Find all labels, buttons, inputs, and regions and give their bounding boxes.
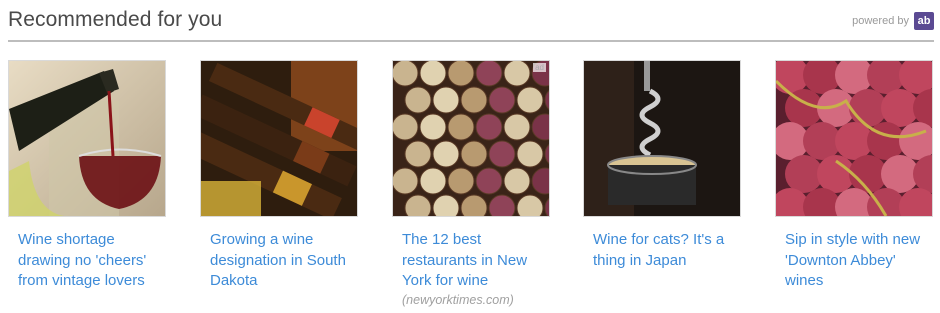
card-headline[interactable]: Wine for cats? It's a thing in Japan: [583, 230, 741, 271]
recommendation-card[interactable]: ad The 12 best restaurants in New York f…: [392, 60, 550, 307]
powered-by[interactable]: powered by ab: [852, 12, 934, 30]
corkscrew-image[interactable]: [583, 60, 741, 217]
card-source: (newyorktimes.com): [402, 292, 514, 307]
recommendation-card[interactable]: Growing a wine designation in South Dako…: [200, 60, 358, 292]
recommendation-card[interactable]: Wine for cats? It's a thing in Japan: [583, 60, 741, 271]
card-headline[interactable]: Growing a wine designation in South Dako…: [200, 230, 358, 292]
powered-by-label: powered by: [852, 15, 909, 27]
provider-logo[interactable]: ab: [914, 12, 934, 30]
ad-label: ad: [533, 63, 546, 72]
card-headline[interactable]: The 12 best restaurants in New York for …: [392, 230, 550, 292]
card-headline[interactable]: Sip in style with new 'Downton Abbey' wi…: [775, 230, 933, 292]
widget-title: Recommended for you: [8, 8, 223, 31]
wine-bottles-image[interactable]: [200, 60, 358, 217]
recommendation-card[interactable]: Wine shortage drawing no 'cheers' from v…: [8, 60, 166, 292]
card-headline[interactable]: Wine shortage drawing no 'cheers' from v…: [8, 230, 166, 292]
widget-header: Recommended for you powered by ab: [8, 0, 934, 42]
wine-corks-image[interactable]: ad: [392, 60, 550, 217]
recommendation-card[interactable]: Sip in style with new 'Downton Abbey' wi…: [775, 60, 933, 292]
red-grapes-image[interactable]: [775, 60, 933, 217]
wine-pour-image[interactable]: [8, 60, 166, 217]
